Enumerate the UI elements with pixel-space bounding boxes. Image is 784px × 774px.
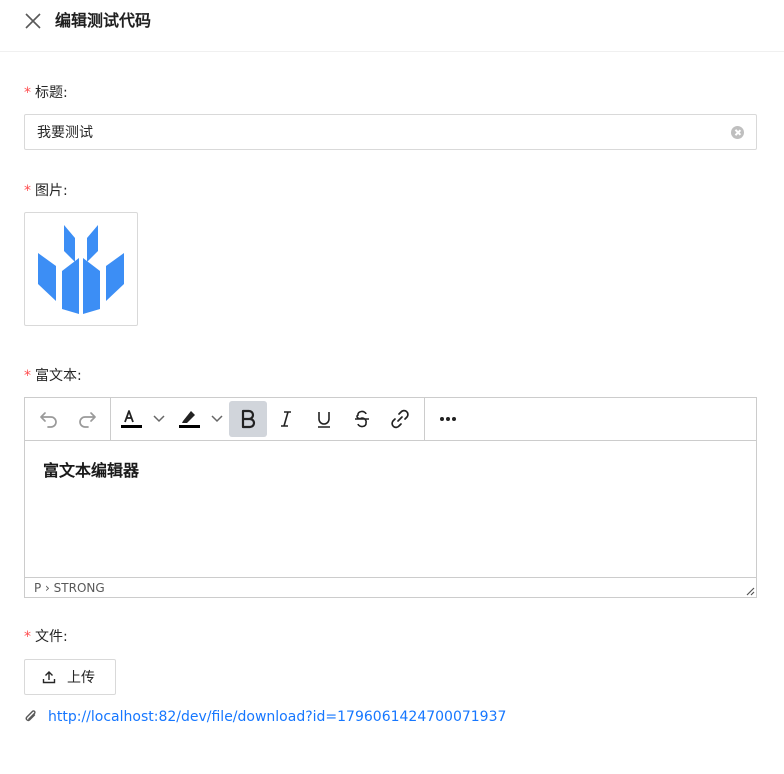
richtext-label-text: 富文本: [35, 368, 82, 384]
file-label: * 文件: [24, 627, 68, 647]
rich-text-editor: 富文本编辑器 P › STRONG [24, 397, 757, 598]
required-mark: * [24, 85, 31, 101]
title-label-text: 标题: [35, 85, 68, 101]
undo-icon[interactable] [33, 401, 65, 437]
clear-icon[interactable] [731, 126, 744, 139]
logo-image [38, 225, 124, 314]
element-path[interactable]: P › STRONG [34, 580, 105, 596]
close-icon[interactable] [24, 12, 42, 30]
editor-statusbar: P › STRONG [25, 577, 756, 597]
highlight-icon[interactable] [175, 401, 227, 437]
toolbar-separator [110, 398, 111, 441]
file-download-link[interactable]: http://localhost:82/dev/file/download?id… [48, 707, 506, 727]
required-mark: * [24, 183, 31, 199]
image-label-text: 图片: [35, 183, 68, 199]
upload-button-label: 上传 [67, 670, 95, 686]
strikethrough-icon[interactable] [345, 401, 379, 437]
resize-handle-icon[interactable] [745, 586, 755, 596]
text-color-icon[interactable] [117, 401, 169, 437]
image-label: * 图片: [24, 181, 68, 201]
title-input[interactable]: 我要测试 [24, 114, 757, 150]
editor-toolbar [25, 398, 756, 441]
italic-icon[interactable] [269, 401, 303, 437]
required-mark: * [24, 368, 31, 384]
required-mark: * [24, 629, 31, 645]
richtext-label: * 富文本: [24, 366, 82, 386]
image-thumbnail[interactable] [24, 212, 138, 326]
file-label-text: 文件: [35, 629, 68, 645]
drawer-header: 编辑测试代码 [0, 0, 784, 52]
title-label: * 标题: [24, 83, 68, 103]
editor-content[interactable]: 富文本编辑器 [43, 460, 139, 482]
paperclip-icon [25, 710, 36, 722]
title-input-value: 我要测试 [37, 125, 93, 141]
upload-icon [42, 671, 56, 684]
page-title: 编辑测试代码 [55, 11, 152, 30]
upload-button[interactable]: 上传 [24, 659, 116, 695]
redo-icon[interactable] [71, 401, 103, 437]
link-icon[interactable] [383, 401, 417, 437]
bold-icon[interactable] [229, 401, 267, 437]
underline-icon[interactable] [307, 401, 341, 437]
more-icon[interactable] [431, 401, 465, 437]
toolbar-separator [424, 398, 425, 441]
